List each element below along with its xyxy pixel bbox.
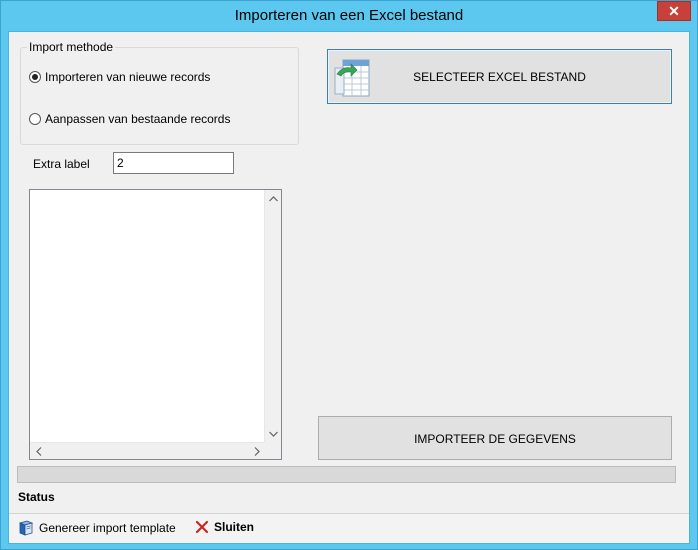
window-close-button[interactable]: ✕ — [657, 1, 691, 21]
client-area: Import methode Importeren van nieuwe rec… — [8, 31, 690, 544]
import-method-legend: Import methode — [27, 40, 116, 54]
bottom-toolbar: Genereer import template Sluiten — [9, 514, 689, 543]
extra-label-caption: Extra label — [33, 157, 90, 171]
title-bar[interactable]: Importeren van een Excel bestand ✕ — [1, 1, 697, 31]
scroll-up-icon[interactable] — [265, 190, 282, 207]
close-button[interactable]: Sluiten — [195, 520, 254, 534]
radio-new-records-label[interactable]: Importeren van nieuwe records — [45, 70, 210, 84]
scroll-down-icon[interactable] — [265, 425, 282, 442]
radio-update-records-indicator[interactable] — [29, 113, 41, 125]
records-list[interactable] — [29, 189, 282, 460]
status-label: Status — [18, 490, 55, 504]
close-label[interactable]: Sluiten — [214, 520, 254, 534]
radio-new-records[interactable]: Importeren van nieuwe records — [29, 70, 210, 84]
import-window: Importeren van een Excel bestand ✕ Impor… — [0, 0, 698, 550]
select-excel-button[interactable]: SELECTEER EXCEL BESTAND — [327, 49, 672, 104]
vertical-scrollbar[interactable] — [264, 190, 281, 442]
generate-template-button[interactable]: Genereer import template — [18, 520, 176, 536]
scrollbar-corner — [264, 442, 281, 459]
radio-new-records-indicator[interactable] — [29, 71, 41, 83]
radio-update-records[interactable]: Aanpassen van bestaande records — [29, 112, 230, 126]
scroll-right-icon[interactable] — [248, 443, 265, 460]
import-data-button[interactable]: IMPORTEER DE GEGEVENS — [318, 416, 672, 460]
import-data-button-label[interactable]: IMPORTEER DE GEGEVENS — [319, 432, 671, 446]
red-x-icon — [195, 520, 209, 534]
extra-label-input[interactable] — [113, 152, 234, 174]
window-title: Importeren van een Excel bestand — [234, 7, 464, 24]
import-method-group: Import methode Importeren van nieuwe rec… — [20, 40, 299, 145]
horizontal-scrollbar[interactable] — [30, 442, 265, 459]
radio-update-records-label[interactable]: Aanpassen van bestaande records — [45, 112, 230, 126]
generate-template-label[interactable]: Genereer import template — [39, 521, 176, 535]
scroll-left-icon[interactable] — [30, 443, 47, 460]
book-icon — [18, 520, 34, 536]
import-progress-bar — [17, 466, 676, 483]
select-excel-button-label[interactable]: SELECTEER EXCEL BESTAND — [328, 70, 671, 84]
